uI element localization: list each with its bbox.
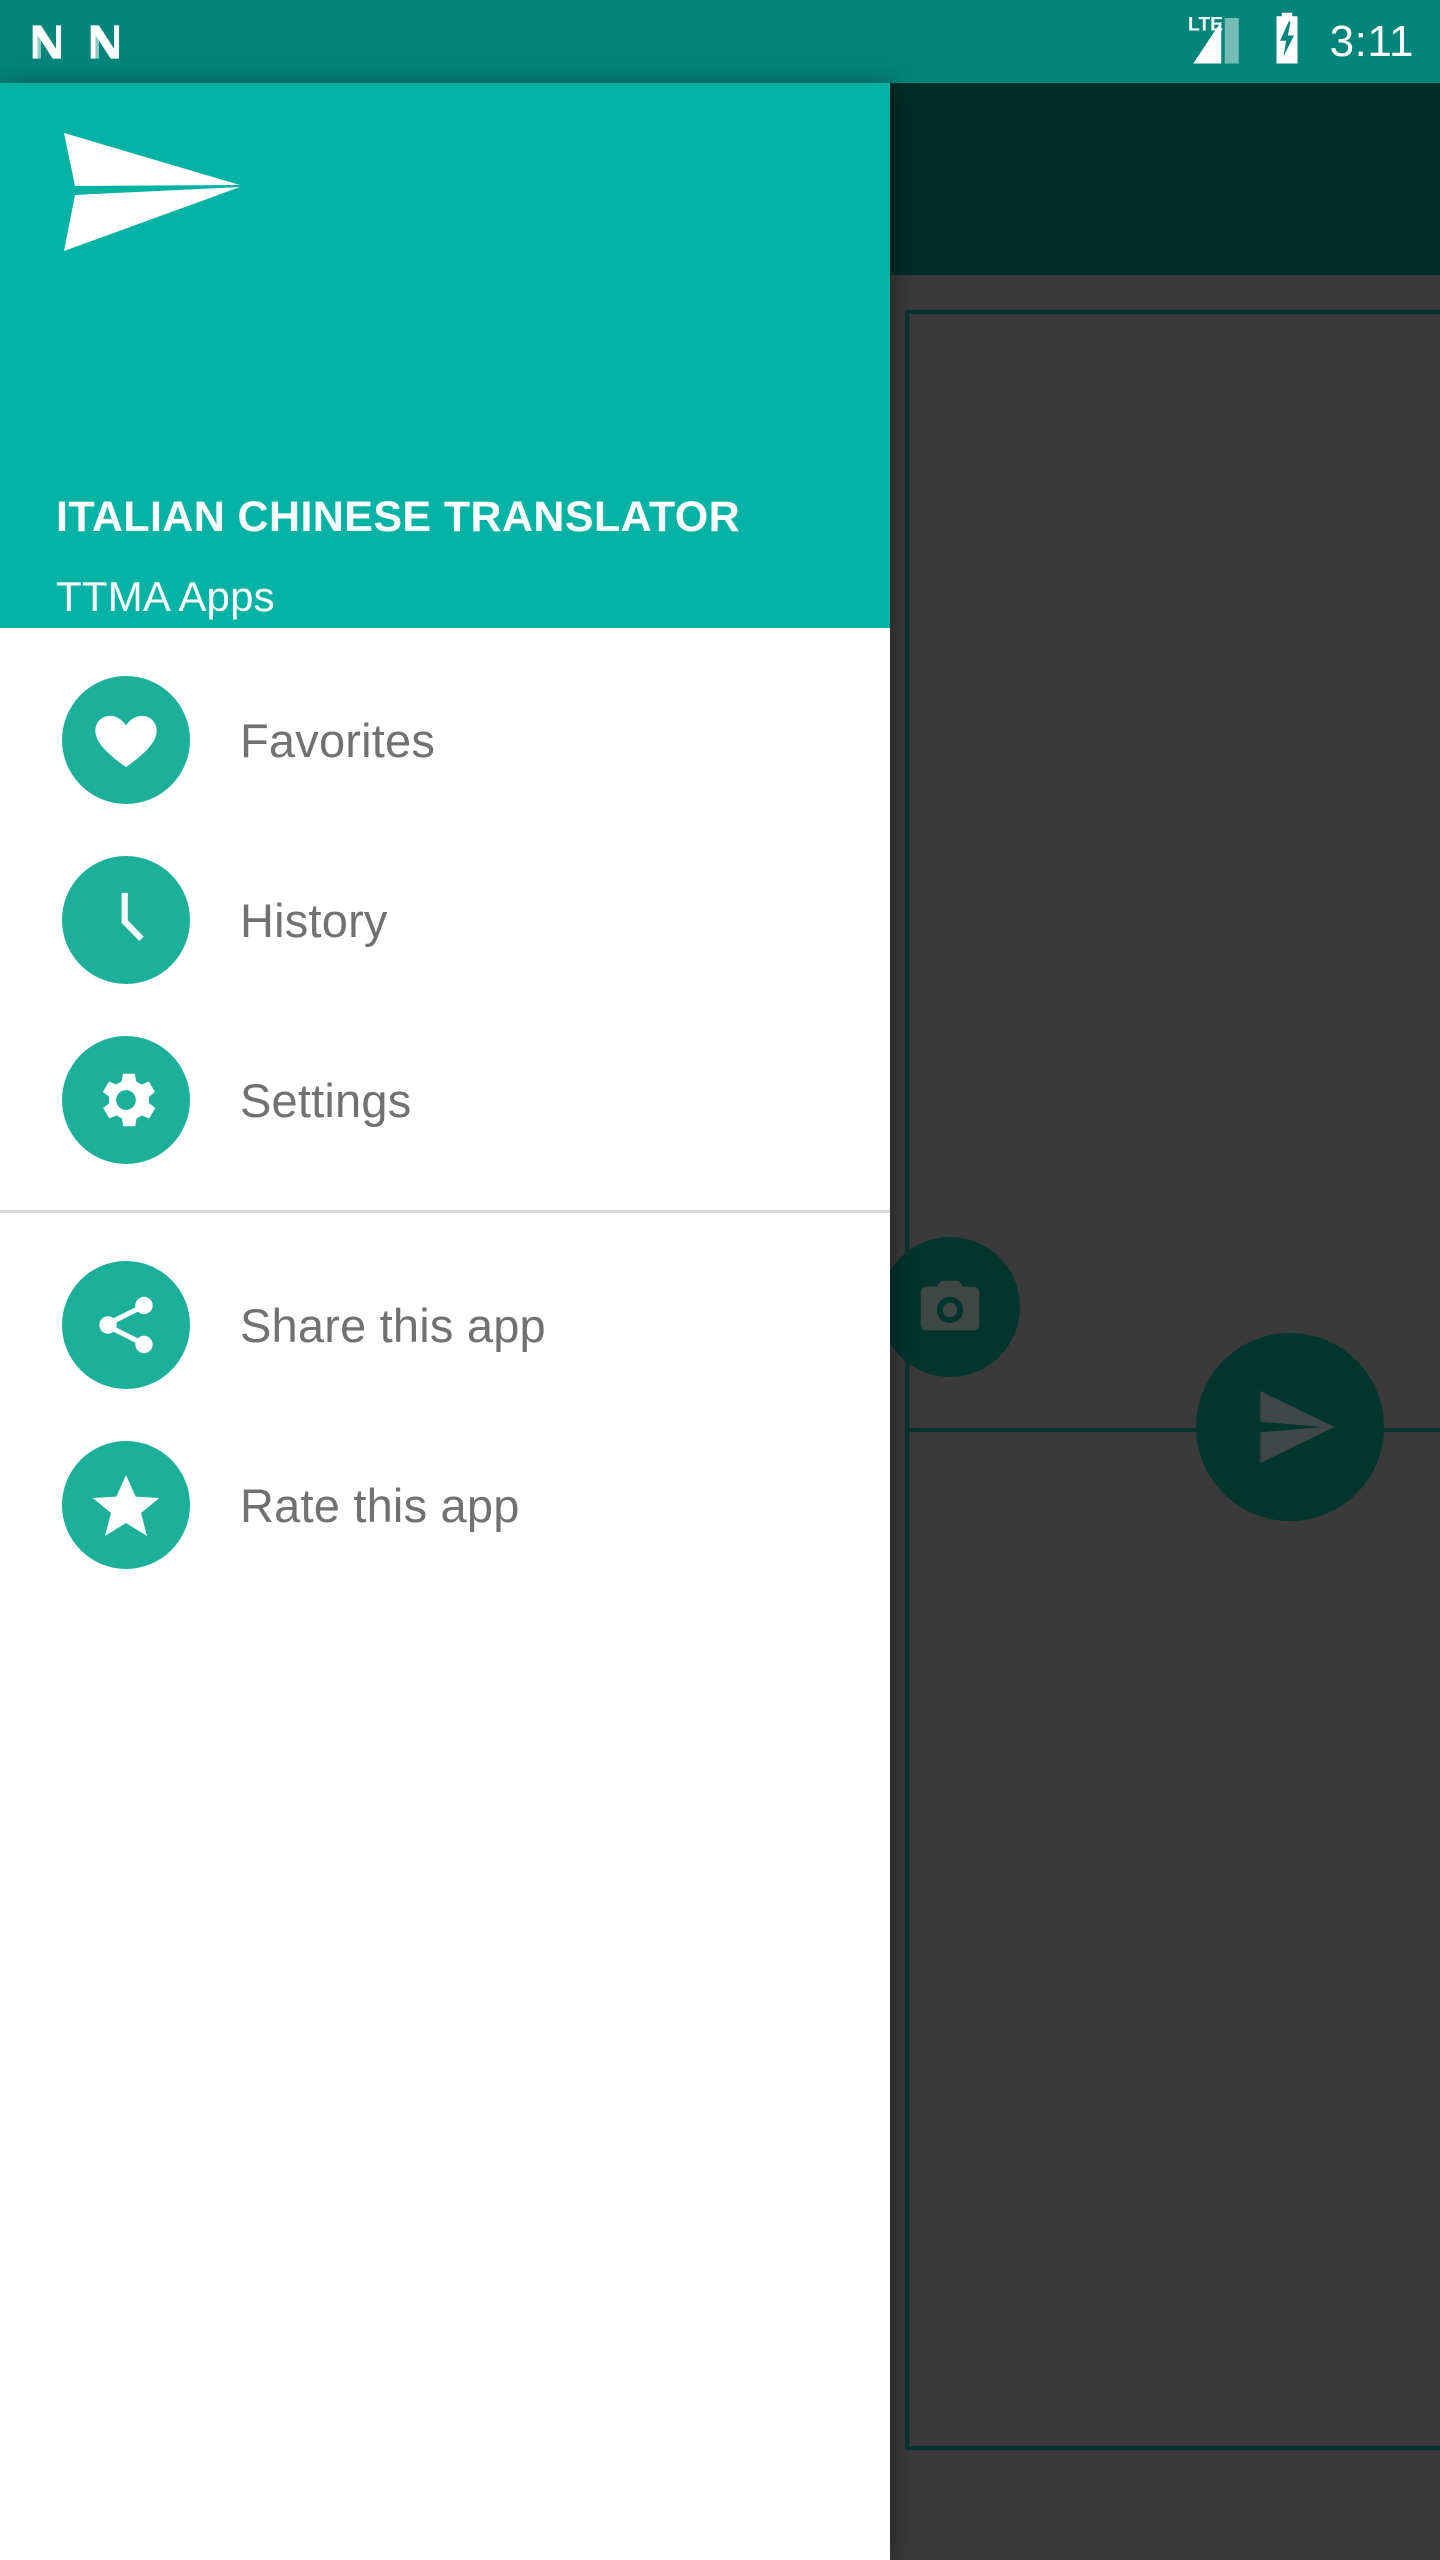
navigation-drawer: ITALIAN CHINESE TRANSLATOR TTMA Apps Fav… [0,83,890,2560]
battery-charging-icon [1268,11,1306,72]
drawer-item-label: Favorites [240,713,436,767]
lte-signal-icon: LTE [1186,11,1246,72]
status-bar: LTE 3:11 [0,0,1440,83]
clock-icon [62,856,190,984]
drawer-item-label: History [240,893,388,947]
status-bar-clock: 3:11 [1329,16,1414,66]
drawer-item-label: Settings [240,1073,412,1127]
star-icon [62,1441,190,1569]
share-icon [62,1261,190,1389]
heart-icon [62,676,190,804]
notification-n-icon [26,21,66,63]
drawer-menu-group-secondary: Share this app Rate this app [0,1213,890,1615]
status-bar-system-icons: LTE 3:11 [1186,11,1414,72]
drawer-item-history[interactable]: History [0,830,890,1010]
status-bar-notifications [26,21,124,63]
drawer-item-favorites[interactable]: Favorites [0,650,890,830]
drawer-item-share-this-app[interactable]: Share this app [0,1235,890,1415]
send-icon [1237,1374,1343,1480]
drawer-item-label: Rate this app [240,1478,520,1532]
phone-screen: CHINESE [0,0,1440,2560]
drawer-header: ITALIAN CHINESE TRANSLATOR TTMA Apps [0,83,890,628]
send-plane-logo-icon [50,123,242,259]
drawer-item-rate-this-app[interactable]: Rate this app [0,1415,890,1595]
camera-fab[interactable] [880,1237,1020,1377]
drawer-app-subtitle: TTMA Apps [56,573,275,620]
notification-n-icon [84,21,124,63]
drawer-menu: Favorites History Settings Share this ap… [0,628,890,1615]
drawer-item-settings[interactable]: Settings [0,1010,890,1190]
drawer-app-title: ITALIAN CHINESE TRANSLATOR [56,493,741,541]
send-fab[interactable] [1196,1333,1384,1521]
drawer-item-label: Share this app [240,1298,546,1352]
gear-icon [62,1036,190,1164]
camera-icon [911,1272,989,1342]
drawer-menu-group-primary: Favorites History Settings [0,628,890,1210]
